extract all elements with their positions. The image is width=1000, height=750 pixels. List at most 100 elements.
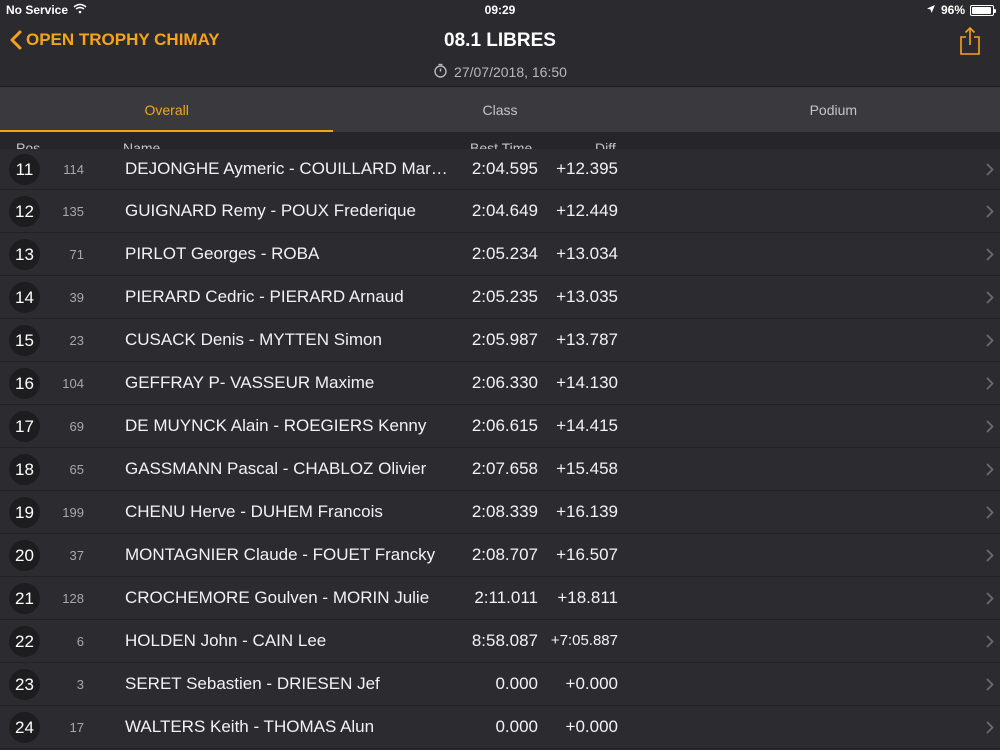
result-row[interactable]: 18 65 GASSMANN Pascal - CHABLOZ Olivier 2:0… — [0, 448, 1000, 491]
time-diff: +14.130 — [556, 373, 618, 392]
car-number: 6 — [76, 634, 84, 649]
share-icon — [958, 26, 982, 60]
time-diff: +18.811 — [557, 588, 618, 607]
position-badge: 16 — [9, 368, 40, 399]
time-diff: +15.458 — [556, 459, 618, 478]
status-right: 96% — [926, 3, 996, 17]
position-badge: 15 — [9, 325, 40, 356]
result-row[interactable]: 24 17 WALTERS Keith - THOMAS Alun 0.000 +0.0… — [0, 706, 1000, 749]
stopwatch-icon — [433, 63, 448, 81]
crew-name: PIERARD Cedric - PIERARD Arnaud — [125, 287, 404, 306]
time-diff: +13.787 — [556, 330, 618, 349]
result-row[interactable]: 21 128 CROCHEMORE Goulven - MORIN Julie 2:1… — [0, 577, 1000, 620]
position-badge: 14 — [9, 282, 40, 313]
best-time: 2:04.649 — [471, 201, 538, 220]
position-badge: 17 — [9, 411, 40, 442]
car-number: 17 — [69, 720, 84, 735]
result-row[interactable]: 13 71 PIRLOT Georges - ROBA 2:05.234 +13.034 — [0, 233, 1000, 276]
crew-name: CROCHEMORE Goulven - MORIN Julie — [125, 588, 430, 607]
best-time: 2:05.987 — [471, 330, 538, 349]
chevron-right-icon — [986, 635, 994, 653]
chevron-right-icon — [986, 721, 994, 739]
result-row[interactable]: 12 135 GUIGNARD Remy - POUX Frederique 2:04… — [0, 190, 1000, 233]
time-diff: +16.139 — [556, 502, 618, 521]
position-badge: 20 — [9, 540, 40, 571]
result-row[interactable]: 15 23 CUSACK Denis - MYTTEN Simon 2:05.987 +… — [0, 319, 1000, 362]
car-number: 128 — [62, 591, 84, 606]
best-time: 2:07.658 — [471, 459, 538, 478]
best-time: 2:06.330 — [471, 373, 538, 392]
segmented-tabs: Overall Class Podium — [0, 87, 1000, 132]
best-time: 2:08.339 — [471, 502, 538, 521]
crew-name: CUSACK Denis - MYTTEN Simon — [125, 330, 382, 349]
position-badge: 21 — [9, 583, 40, 614]
result-row[interactable]: 16 104 GEFFRAY P- VASSEUR Maxime 2:06.330 +1… — [0, 362, 1000, 405]
car-number: 39 — [69, 290, 84, 305]
time-diff: +12.449 — [556, 201, 618, 220]
best-time: 2:06.615 — [471, 416, 538, 435]
tab-podium[interactable]: Podium — [667, 87, 1000, 132]
crew-name: DEJONGHE Aymeric - COUILLARD Mar… — [125, 159, 448, 178]
chevron-right-icon — [986, 205, 994, 223]
best-time: 2:05.235 — [471, 287, 538, 306]
results-list[interactable]: 11 114 DEJONGHE Aymeric - COUILLARD Mar… 2:… — [0, 149, 1000, 750]
crew-name: MONTAGNIER Claude - FOUET Francky — [125, 545, 436, 564]
crew-name: CHENU Herve - DUHEM Francois — [125, 502, 383, 521]
result-row[interactable]: 17 69 DE MUYNCK Alain - ROEGIERS Kenny 2:06… — [0, 405, 1000, 448]
result-row[interactable]: 23 3 SERET Sebastien - DRIESEN Jef 0.000 +0.… — [0, 663, 1000, 706]
best-time: 0.000 — [495, 674, 538, 693]
position-badge: 22 — [9, 626, 40, 657]
tab-overall[interactable]: Overall — [0, 87, 334, 132]
best-time: 2:04.595 — [471, 159, 538, 178]
result-row[interactable]: 14 39 PIERARD Cedric - PIERARD Arnaud 2:05.… — [0, 276, 1000, 319]
chevron-right-icon — [986, 377, 994, 395]
location-arrow-icon — [926, 3, 936, 17]
result-row[interactable]: 20 37 MONTAGNIER Claude - FOUET Francky 2:0… — [0, 534, 1000, 577]
crew-name: GUIGNARD Remy - POUX Frederique — [125, 201, 416, 220]
tab-class[interactable]: Class — [333, 87, 666, 132]
position-badge: 13 — [9, 239, 40, 270]
car-number: 69 — [69, 419, 84, 434]
time-diff: +14.415 — [556, 416, 618, 435]
battery-level — [972, 6, 992, 14]
chevron-right-icon — [986, 291, 994, 309]
position-badge: 19 — [9, 497, 40, 528]
battery-icon — [970, 4, 996, 16]
crew-name: WALTERS Keith - THOMAS Alun — [125, 717, 375, 736]
datetime-text: 27/07/2018, 16:50 — [454, 64, 567, 80]
result-row[interactable]: 19 199 CHENU Herve - DUHEM Francois 2:08.33… — [0, 491, 1000, 534]
time-diff: +0.000 — [565, 674, 618, 693]
car-number: 65 — [69, 462, 84, 477]
status-bar: No Service 09:29 96% — [0, 0, 1000, 20]
crew-name: DE MUYNCK Alain - ROEGIERS Kenny — [125, 416, 427, 435]
crew-name: HOLDEN John - CAIN Lee — [125, 631, 327, 650]
time-diff: +16.507 — [556, 545, 618, 564]
page-title: 08.1 LIBRES — [444, 30, 556, 51]
best-time: 8:58.087 — [471, 631, 538, 650]
position-badge: 24 — [9, 712, 40, 743]
battery-percent: 96% — [940, 3, 965, 17]
chevron-right-icon — [986, 334, 994, 352]
time-diff: +7:05.887 — [550, 632, 618, 649]
best-time: 2:08.707 — [471, 545, 538, 564]
time-diff: +13.035 — [556, 287, 618, 306]
chevron-right-icon — [986, 678, 994, 696]
share-button[interactable] — [958, 26, 982, 56]
crew-name: GASSMANN Pascal - CHABLOZ Olivier — [125, 459, 427, 478]
chevron-right-icon — [986, 248, 994, 266]
time-diff: +0.000 — [565, 717, 618, 736]
time-diff: +12.395 — [556, 159, 618, 178]
chevron-right-icon — [986, 463, 994, 481]
chevron-right-icon — [986, 549, 994, 567]
result-row[interactable]: 11 114 DEJONGHE Aymeric - COUILLARD Mar… 2:… — [0, 149, 1000, 190]
result-row[interactable]: 22 6 HOLDEN John - CAIN Lee 8:58.087 +7:05.8… — [0, 620, 1000, 663]
position-badge: 12 — [9, 196, 40, 227]
position-badge: 23 — [9, 669, 40, 700]
car-number: 199 — [62, 505, 84, 520]
car-number: 37 — [69, 548, 84, 563]
position-badge: 18 — [9, 454, 40, 485]
results-list-content: 11 114 DEJONGHE Aymeric - COUILLARD Mar… 2:… — [0, 149, 1000, 749]
car-number: 104 — [62, 376, 84, 391]
crew-name: PIRLOT Georges - ROBA — [125, 244, 320, 263]
status-time: 09:29 — [484, 3, 516, 17]
